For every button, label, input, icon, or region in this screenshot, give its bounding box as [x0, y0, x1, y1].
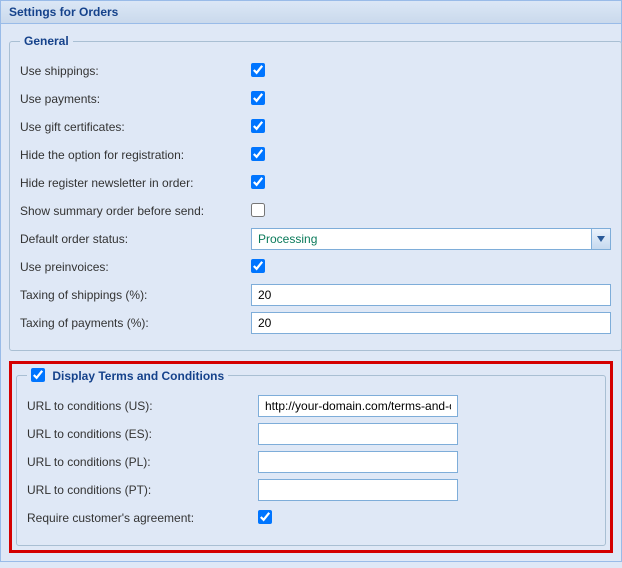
row-hide-registration-option: Hide the option for registration:: [20, 144, 611, 166]
row-use-preinvoices: Use preinvoices:: [20, 256, 611, 278]
row-url-us: URL to conditions (US):: [27, 395, 595, 417]
label-use-preinvoices: Use preinvoices:: [20, 260, 251, 274]
terms-legend-text: Display Terms and Conditions: [52, 369, 224, 383]
row-taxing-payments: Taxing of payments (%):: [20, 312, 611, 334]
label-hide-registration-option: Hide the option for registration:: [20, 148, 251, 162]
input-url-us[interactable]: [258, 395, 458, 417]
row-url-es: URL to conditions (ES):: [27, 423, 595, 445]
row-url-pt: URL to conditions (PT):: [27, 479, 595, 501]
general-legend: General: [20, 34, 73, 48]
label-default-order-status: Default order status:: [20, 232, 251, 246]
label-hide-register-newsletter: Hide register newsletter in order:: [20, 176, 251, 190]
row-show-summary-before-send: Show summary order before send:: [20, 200, 611, 222]
checkbox-display-terms[interactable]: [31, 368, 45, 382]
row-taxing-shippings: Taxing of shippings (%):: [20, 284, 611, 306]
checkbox-use-preinvoices[interactable]: [251, 259, 265, 273]
checkbox-require-agreement[interactable]: [258, 510, 272, 524]
chevron-down-icon: [597, 236, 605, 242]
label-require-agreement: Require customer's agreement:: [27, 511, 258, 525]
row-use-payments: Use payments:: [20, 88, 611, 110]
checkbox-use-payments[interactable]: [251, 91, 265, 105]
panel-body: General Use shippings: Use payments: Use…: [1, 24, 621, 561]
row-use-shippings: Use shippings:: [20, 60, 611, 82]
terms-highlight: Display Terms and Conditions URL to cond…: [9, 361, 613, 553]
label-show-summary-before-send: Show summary order before send:: [20, 204, 251, 218]
label-use-payments: Use payments:: [20, 92, 251, 106]
panel-title: Settings for Orders: [1, 1, 621, 24]
label-taxing-shippings: Taxing of shippings (%):: [20, 288, 251, 302]
select-trigger-default-order-status[interactable]: [591, 228, 611, 250]
label-url-pl: URL to conditions (PL):: [27, 455, 258, 469]
row-default-order-status: Default order status:: [20, 228, 611, 250]
checkbox-hide-registration-option[interactable]: [251, 147, 265, 161]
checkbox-show-summary-before-send[interactable]: [251, 203, 265, 217]
input-taxing-shippings[interactable]: [251, 284, 611, 306]
row-use-gift-certificates: Use gift certificates:: [20, 116, 611, 138]
label-use-shippings: Use shippings:: [20, 64, 251, 78]
checkbox-use-shippings[interactable]: [251, 63, 265, 77]
input-url-es[interactable]: [258, 423, 458, 445]
terms-fieldset: Display Terms and Conditions URL to cond…: [16, 368, 606, 546]
label-use-gift-certificates: Use gift certificates:: [20, 120, 251, 134]
label-url-us: URL to conditions (US):: [27, 399, 258, 413]
input-taxing-payments[interactable]: [251, 312, 611, 334]
row-hide-register-newsletter: Hide register newsletter in order:: [20, 172, 611, 194]
label-url-pt: URL to conditions (PT):: [27, 483, 258, 497]
checkbox-hide-register-newsletter[interactable]: [251, 175, 265, 189]
general-fieldset: General Use shippings: Use payments: Use…: [9, 34, 622, 351]
settings-panel: Settings for Orders General Use shipping…: [0, 0, 622, 562]
select-default-order-status[interactable]: [251, 228, 611, 250]
row-url-pl: URL to conditions (PL):: [27, 451, 595, 473]
input-url-pt[interactable]: [258, 479, 458, 501]
terms-legend: Display Terms and Conditions: [27, 368, 228, 383]
select-input-default-order-status[interactable]: [251, 228, 591, 250]
label-taxing-payments: Taxing of payments (%):: [20, 316, 251, 330]
checkbox-use-gift-certificates[interactable]: [251, 119, 265, 133]
input-url-pl[interactable]: [258, 451, 458, 473]
row-require-agreement: Require customer's agreement:: [27, 507, 595, 529]
label-url-es: URL to conditions (ES):: [27, 427, 258, 441]
